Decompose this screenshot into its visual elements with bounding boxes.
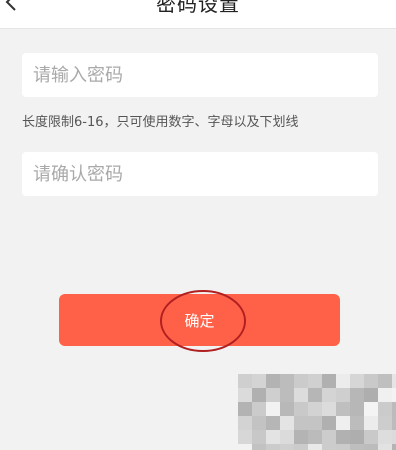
mosaic-cell [308,444,322,450]
mosaic-cell [364,374,378,388]
mosaic-cell [294,444,308,450]
mosaic-cell [392,402,396,416]
mosaic-cell [280,402,294,416]
mosaic-cell [266,374,280,388]
password-settings-screen: 密码设置 长度限制6-16，只可使用数字、字母以及下划线 确定 [0,0,396,450]
mosaic-cell [378,374,392,388]
mosaic-cell [280,374,294,388]
mosaic-cell [378,444,392,450]
header-bar: 密码设置 [0,0,396,29]
mosaic-cell [350,402,364,416]
mosaic-cell [336,430,350,444]
mosaic-cell [266,416,280,430]
mosaic-cell [308,388,322,402]
pixelated-watermark [238,374,396,450]
mosaic-cell [308,430,322,444]
confirm-password-field[interactable] [22,152,378,196]
mosaic-cell [350,374,364,388]
mosaic-cell [280,430,294,444]
mosaic-cell [378,388,392,402]
mosaic-cell [280,388,294,402]
mosaic-cell [280,444,294,450]
mosaic-cell [350,388,364,402]
mosaic-cell [238,444,252,450]
mosaic-cell [294,402,308,416]
mosaic-cell [238,402,252,416]
mosaic-cell [294,374,308,388]
mosaic-cell [322,402,336,416]
password-rule-hint: 长度限制6-16，只可使用数字、字母以及下划线 [22,115,299,130]
mosaic-cell [238,388,252,402]
mosaic-cell [322,416,336,430]
mosaic-cell [392,388,396,402]
password-field[interactable] [22,53,378,97]
mosaic-cell [364,388,378,402]
mosaic-cell [336,374,350,388]
mosaic-cell [252,444,266,450]
mosaic-cell [378,416,392,430]
mosaic-cell [322,374,336,388]
mosaic-cell [378,430,392,444]
mosaic-cell [294,430,308,444]
mosaic-cell [266,402,280,416]
password-input[interactable] [33,53,363,97]
page-title: 密码设置 [156,0,240,16]
mosaic-cell [336,402,350,416]
mosaic-cell [392,430,396,444]
mosaic-cell [308,374,322,388]
mosaic-cell [252,388,266,402]
mosaic-cell [280,416,294,430]
confirm-button[interactable]: 确定 [59,294,340,346]
mosaic-cell [238,430,252,444]
mosaic-cell [378,402,392,416]
mosaic-cell [308,402,322,416]
mosaic-cell [392,416,396,430]
mosaic-cell [364,416,378,430]
mosaic-cell [364,430,378,444]
mosaic-cell [350,444,364,450]
mosaic-cell [392,444,396,450]
mosaic-cell [308,416,322,430]
mosaic-cell [266,444,280,450]
mosaic-cell [350,430,364,444]
mosaic-cell [322,430,336,444]
mosaic-cell [252,416,266,430]
mosaic-cell [364,444,378,450]
mosaic-cell [252,402,266,416]
mosaic-cell [350,416,364,430]
mosaic-cell [322,388,336,402]
mosaic-cell [336,388,350,402]
mosaic-cell [266,430,280,444]
confirm-password-input[interactable] [33,152,363,196]
mosaic-cell [294,416,308,430]
mosaic-cell [336,444,350,450]
mosaic-cell [252,430,266,444]
mosaic-cell [238,416,252,430]
mosaic-cell [266,388,280,402]
mosaic-cell [252,374,266,388]
mosaic-cell [336,416,350,430]
mosaic-cell [322,444,336,450]
mosaic-cell [364,402,378,416]
mosaic-cell [294,388,308,402]
mosaic-cell [238,374,252,388]
mosaic-cell [392,374,396,388]
